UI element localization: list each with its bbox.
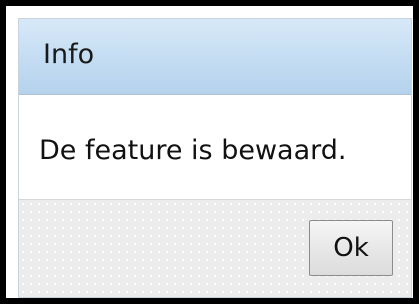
ok-button[interactable]: Ok <box>309 220 393 276</box>
dialog-footer: Ok <box>19 199 411 297</box>
info-dialog: Info De feature is bewaard. Ok <box>18 18 412 298</box>
dialog-body: De feature is bewaard. <box>19 95 411 199</box>
dialog-message: De feature is bewaard. <box>39 135 347 166</box>
dialog-title: Info <box>43 39 95 70</box>
screenshot-frame: Info De feature is bewaard. Ok <box>0 0 419 304</box>
dialog-titlebar[interactable]: Info <box>19 19 411 95</box>
